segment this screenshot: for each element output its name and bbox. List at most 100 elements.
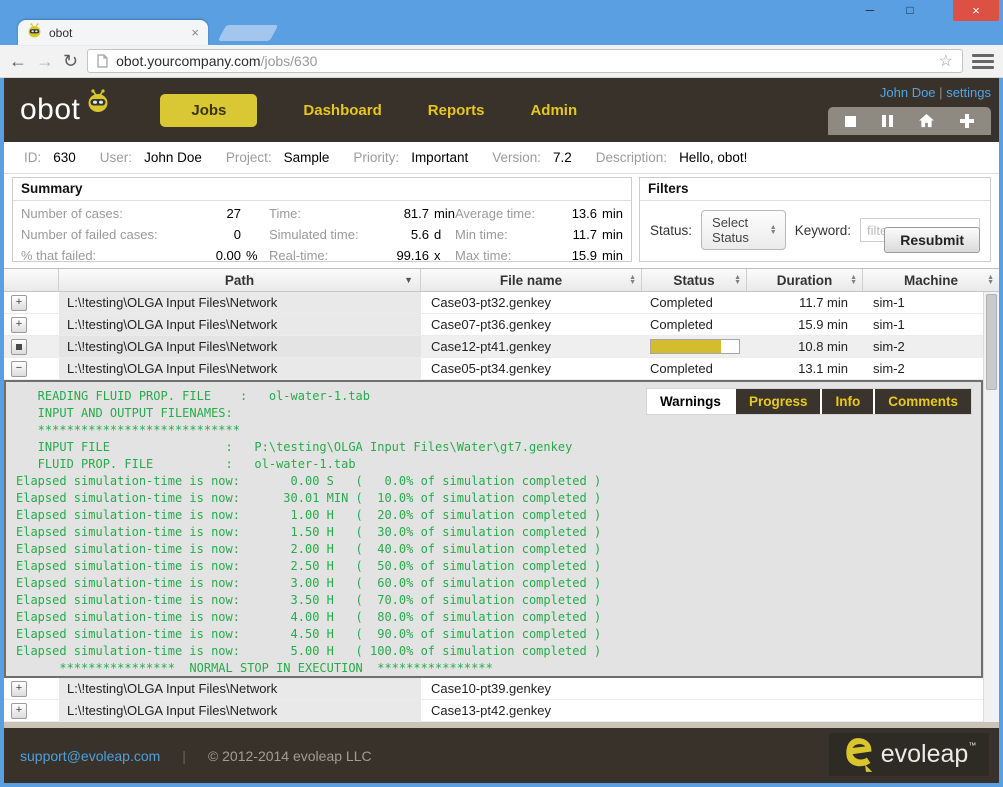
expand-row-button[interactable]: + [11, 317, 27, 333]
url-path: /jobs/630 [261, 53, 318, 69]
grid-scrollbar [983, 292, 999, 722]
grid-scrollbar-thumb[interactable] [986, 294, 997, 390]
tab-info[interactable]: Info [820, 389, 873, 414]
sort-both-icon: ▲▼ [629, 275, 636, 286]
cell-file-name: Case03-pt32.genkey [421, 295, 642, 310]
column-machine[interactable]: Machine▲▼ [863, 269, 999, 291]
select-arrows-icon: ▲▼ [770, 225, 777, 236]
home-icon[interactable] [919, 114, 934, 128]
column-file-name[interactable]: File name▲▼ [421, 269, 642, 291]
table-row: + L:\!testing\OLGA Input Files\Network C… [4, 678, 983, 700]
pause-icon[interactable] [882, 115, 893, 127]
column-duration[interactable]: Duration▲▼ [747, 269, 863, 291]
nav-reports[interactable]: Reports [428, 102, 485, 119]
tab-title: obot [49, 26, 184, 40]
settings-link[interactable]: settings [946, 85, 991, 100]
cell-duration: 11.7 min [747, 295, 863, 310]
url-text: obot.yourcompany.com/jobs/630 [116, 53, 931, 69]
job-action-bar [828, 107, 991, 135]
sort-both-icon: ▲▼ [850, 275, 857, 286]
expand-row-button[interactable]: + [11, 703, 27, 719]
case-detail-panel: READING FLUID PROP. FILE : ol-water-1.ta… [4, 380, 983, 678]
status-select[interactable]: Select Status ▲▼ [701, 210, 786, 250]
stop-square-icon [16, 344, 22, 350]
cell-path: L:\!testing\OLGA Input Files\Network [59, 678, 421, 699]
forward-icon[interactable]: → [36, 52, 54, 70]
new-tab-button[interactable] [218, 25, 279, 41]
support-email-link[interactable]: support@evoleap.com [20, 748, 160, 764]
copyright-text: © 2012-2014 evoleap LLC [208, 748, 372, 764]
app-header: obot Jobs Dashboard Reports Admin John D… [4, 78, 999, 142]
user-link[interactable]: John Doe [880, 85, 936, 100]
add-icon[interactable] [960, 114, 974, 128]
app-footer: support@evoleap.com | © 2012-2014 evolea… [4, 728, 999, 783]
cell-status: Completed [642, 361, 747, 376]
grid-rows: + L:\!testing\OLGA Input Files\Network C… [4, 292, 983, 722]
app-logo[interactable]: obot [20, 93, 110, 127]
tab-warnings[interactable]: Warnings [647, 389, 734, 414]
cell-file-name: Case10-pt39.genkey [421, 681, 642, 696]
expand-row-button[interactable]: + [11, 295, 27, 311]
stop-case-button[interactable] [11, 339, 27, 355]
cell-path: L:\!testing\OLGA Input Files\Network [59, 358, 421, 379]
back-icon[interactable]: ← [9, 52, 27, 70]
column-expander [4, 269, 59, 291]
bookmark-star-icon[interactable]: ☆ [939, 51, 953, 71]
table-row-expanded: − L:\!testing\OLGA Input Files\Network C… [4, 358, 983, 380]
browser-window: ─ □ × obot × ← → ↻ obot.yourcom [0, 0, 1003, 787]
table-row: + L:\!testing\OLGA Input Files\Network C… [4, 314, 983, 336]
cell-status: Completed [642, 295, 747, 310]
link-separator: | [939, 85, 942, 100]
column-status[interactable]: Status▲▼ [642, 269, 747, 291]
minimize-button[interactable]: ─ [855, 2, 885, 18]
job-priority: Priority:Important [353, 150, 468, 165]
cell-path: L:\!testing\OLGA Input Files\Network [59, 292, 421, 313]
page-icon [97, 54, 108, 68]
close-window-button[interactable]: × [953, 0, 999, 21]
job-info-bar: ID:630 User:John Doe Project:Sample Prio… [4, 142, 999, 174]
nav-jobs[interactable]: Jobs [160, 94, 257, 127]
cell-machine: sim-2 [863, 361, 983, 376]
sort-both-icon: ▲▼ [987, 275, 994, 286]
obot-favicon-icon [27, 23, 42, 38]
simulation-log: READING FLUID PROP. FILE : ol-water-1.ta… [6, 382, 981, 677]
stop-icon[interactable] [845, 116, 856, 127]
panels-row: Summary Number of cases:27 Time:81.7min … [4, 174, 999, 268]
sort-both-icon: ▲▼ [734, 275, 741, 286]
expand-row-button[interactable]: + [11, 681, 27, 697]
job-description: Description:Hello, obot! [596, 150, 748, 165]
browser-toolbar: ← → ↻ obot.yourcompany.com/jobs/630 ☆ [0, 45, 1003, 78]
reload-icon[interactable]: ↻ [63, 52, 78, 70]
main-nav: Jobs Dashboard Reports Admin [160, 94, 577, 127]
titlebar: ─ □ × [0, 0, 1003, 20]
maximize-button[interactable]: □ [895, 2, 925, 18]
evoleap-e-icon [842, 736, 874, 774]
detail-tabs: Warnings Progress Info Comments [646, 388, 972, 415]
tab-comments[interactable]: Comments [873, 389, 971, 414]
status-label: Status: [650, 223, 692, 238]
cases-grid: Path▼ File name▲▼ Status▲▼ Duration▲▼ Ma… [4, 268, 999, 722]
collapse-row-button[interactable]: − [11, 361, 27, 377]
resubmit-button[interactable]: Resubmit [884, 227, 980, 253]
browser-tab[interactable]: obot × [18, 20, 208, 45]
logo-text: obot [20, 93, 80, 127]
browser-menu-icon[interactable] [972, 54, 994, 69]
cell-path: L:\!testing\OLGA Input Files\Network [59, 700, 421, 721]
tab-progress[interactable]: Progress [734, 389, 821, 414]
filters-title: Filters [640, 178, 990, 201]
header-right: John Doe | settings [828, 85, 991, 135]
footer-separator: | [182, 748, 186, 764]
nav-dashboard[interactable]: Dashboard [303, 102, 381, 119]
column-path[interactable]: Path▼ [59, 269, 421, 291]
summary-stats: Number of cases:27 Time:81.7min Average … [13, 201, 631, 268]
obot-robot-icon [86, 89, 110, 113]
brand-text: evoleap™ [881, 740, 977, 769]
job-version: Version:7.2 [492, 150, 572, 165]
nav-admin[interactable]: Admin [530, 102, 577, 119]
address-bar[interactable]: obot.yourcompany.com/jobs/630 ☆ [87, 49, 963, 73]
tab-close-icon[interactable]: × [191, 26, 199, 39]
cell-file-name: Case13-pt42.genkey [421, 703, 642, 718]
grid-body: + L:\!testing\OLGA Input Files\Network C… [4, 292, 999, 722]
table-row: + L:\!testing\OLGA Input Files\Network C… [4, 700, 983, 722]
user-links: John Doe | settings [880, 85, 991, 100]
